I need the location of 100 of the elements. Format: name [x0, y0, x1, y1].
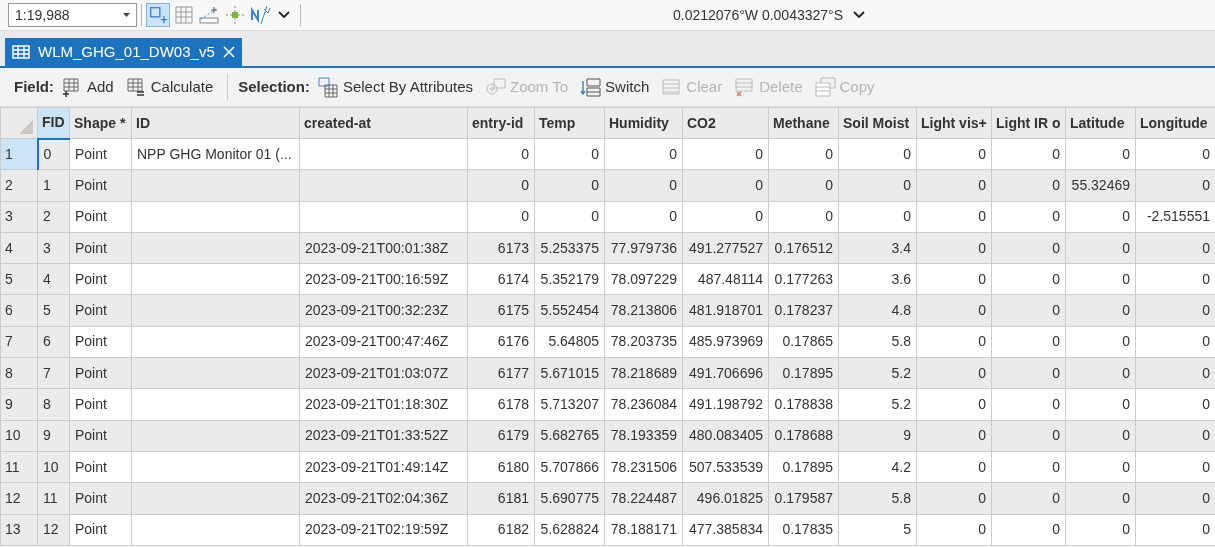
- table-cell: 2023-09-21T01:03:07Z: [299, 357, 468, 389]
- close-icon[interactable]: [222, 46, 235, 58]
- column-header[interactable]: Shape *: [69, 107, 132, 139]
- table-cell: 0: [1065, 482, 1136, 515]
- table-cell: 0: [1065, 295, 1136, 327]
- table-cell: 480.083405: [682, 420, 769, 452]
- table-cell: 0: [1065, 326, 1136, 358]
- table-cell: 0: [534, 138, 605, 170]
- toolbar-label: Selection:: [238, 76, 310, 97]
- row-number[interactable]: 3: [0, 201, 38, 233]
- row-number[interactable]: 4: [0, 232, 38, 264]
- table-icon: [12, 45, 30, 59]
- table-cell: 2023-09-21T02:04:36Z: [299, 482, 468, 515]
- row-number[interactable]: 5: [0, 263, 38, 295]
- table-cell: 0: [916, 482, 992, 515]
- column-header[interactable]: FID: [37, 107, 70, 139]
- table-cell: 0: [991, 514, 1066, 546]
- row-number[interactable]: 2: [0, 169, 38, 202]
- row-number[interactable]: 10: [0, 420, 38, 452]
- column-header[interactable]: Methane: [768, 107, 839, 139]
- calculate-button[interactable]: Calculate: [121, 75, 218, 99]
- column-header[interactable]: Soil Moist: [838, 107, 917, 139]
- column-header[interactable]: Light IR o: [991, 107, 1066, 139]
- table-cell: 0: [916, 295, 992, 327]
- table-cell: 78.203735: [604, 326, 683, 358]
- table-cell: 496.01825: [682, 482, 769, 515]
- table-cell: 0: [916, 420, 992, 452]
- table-cell: 5.253375: [534, 232, 605, 264]
- table-cell: 0: [991, 232, 1066, 264]
- row-number[interactable]: 12: [0, 482, 38, 515]
- row-number[interactable]: 1: [0, 138, 38, 170]
- table-cell: 0: [991, 169, 1066, 202]
- table-cell: 0.178688: [768, 420, 839, 452]
- column-header[interactable]: Latitude: [1065, 107, 1136, 139]
- table-cell: 5.8: [838, 482, 917, 515]
- switch-button[interactable]: Switch: [576, 75, 654, 99]
- row-number[interactable]: 11: [0, 451, 38, 483]
- table-cell: 0.177263: [768, 263, 839, 295]
- north-arrow-icon[interactable]: [250, 5, 272, 25]
- scale-dropdown[interactable]: 1:19,988: [8, 3, 137, 27]
- table-cell: 0: [991, 420, 1066, 452]
- column-header[interactable]: created-at: [299, 107, 468, 139]
- table-cell: Point: [69, 357, 132, 389]
- row-number[interactable]: 9: [0, 388, 38, 421]
- table-cell: 5.552454: [534, 295, 605, 327]
- row-number[interactable]: 6: [0, 295, 38, 327]
- table-cell: 0: [682, 201, 769, 233]
- clear-icon: [661, 76, 683, 98]
- table-cell: 6181: [467, 482, 535, 515]
- table-cell: 5.690775: [534, 482, 605, 515]
- select-button[interactable]: Select By Attributes: [313, 75, 477, 99]
- table-cell: 0: [991, 201, 1066, 233]
- table-cell: 6177: [467, 357, 535, 389]
- table-tab[interactable]: WLM_GHG_01_DW03_v5: [5, 38, 242, 66]
- row-number[interactable]: 8: [0, 357, 38, 389]
- table-cell: 78.236084: [604, 388, 683, 421]
- table-cell: 0: [1065, 388, 1136, 421]
- row-number[interactable]: 13: [0, 514, 38, 546]
- table-cell: 0: [916, 169, 992, 202]
- table-cell: 0: [467, 138, 535, 170]
- table-cell: 0: [991, 263, 1066, 295]
- table-cell: 5.64805: [534, 326, 605, 358]
- table-cell: 485.973969: [682, 326, 769, 358]
- table-cell: 0: [682, 138, 769, 170]
- table-cell: 0: [916, 138, 992, 170]
- table-cell: 477.385834: [682, 514, 769, 546]
- column-header[interactable]: Humidity: [604, 107, 683, 139]
- table-cell: 491.706696: [682, 357, 769, 389]
- table-cell: Point: [69, 420, 132, 452]
- add-button[interactable]: Add: [58, 75, 118, 99]
- table-cell: 5.352179: [534, 263, 605, 295]
- column-header[interactable]: entry-id: [467, 107, 535, 139]
- table-cell: 6178: [467, 388, 535, 421]
- table-cell: 0: [768, 138, 839, 170]
- column-header[interactable]: ID: [131, 107, 300, 139]
- table-cell: 5.2: [838, 388, 917, 421]
- column-header[interactable]: Longitude: [1135, 107, 1215, 139]
- coordinates-text: 0.0212076°W 0.0043327°S: [673, 5, 843, 25]
- table-cell: 6179: [467, 420, 535, 452]
- column-header[interactable]: CO2: [682, 107, 769, 139]
- select-by-attributes-icon: [317, 76, 339, 98]
- table-cell: 78.188171: [604, 514, 683, 546]
- table-cell: 491.198792: [682, 388, 769, 421]
- chevron-down-icon[interactable]: [278, 11, 290, 19]
- toolbar-label: Field:: [14, 76, 54, 97]
- table-cell: 0.17895: [768, 451, 839, 483]
- table-cell: 0: [991, 326, 1066, 358]
- table-cell: 0: [916, 263, 992, 295]
- grid-icon[interactable]: [174, 5, 194, 25]
- table-cell: 0: [916, 201, 992, 233]
- column-header[interactable]: Light vis+: [916, 107, 992, 139]
- table-cell: 0: [37, 138, 70, 170]
- table-cell: 2023-09-21T02:19:59Z: [299, 514, 468, 546]
- row-number[interactable]: 7: [0, 326, 38, 358]
- chevron-down-icon[interactable]: [853, 11, 865, 19]
- table-cell: 55.32469: [1065, 169, 1136, 202]
- snapping-icon[interactable]: [146, 3, 170, 27]
- column-header[interactable]: Temp: [534, 107, 605, 139]
- table-cell: Point: [69, 232, 132, 264]
- table-cell: 0: [1065, 514, 1136, 546]
